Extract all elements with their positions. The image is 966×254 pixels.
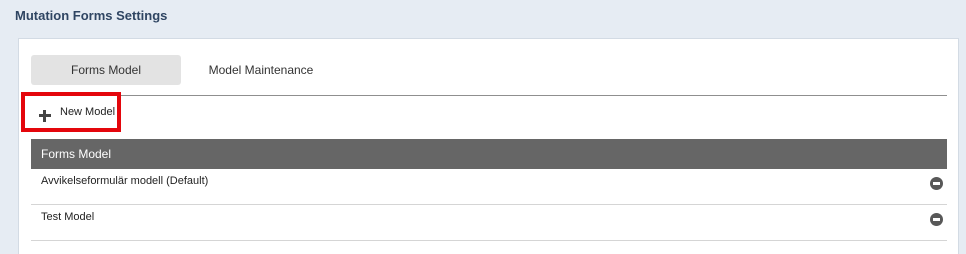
tab-model-maintenance[interactable]: Model Maintenance <box>191 55 331 85</box>
table-row[interactable]: Test Model <box>31 205 947 241</box>
plus-icon <box>39 110 51 122</box>
table-header: Forms Model <box>31 139 947 169</box>
new-model-button[interactable]: New Model <box>21 92 121 132</box>
tabs-divider <box>31 95 947 96</box>
tab-forms-model[interactable]: Forms Model <box>31 55 181 85</box>
remove-icon[interactable] <box>930 213 943 226</box>
row-label: Avvikelseformulär modell (Default) <box>41 175 209 187</box>
new-model-label: New Model <box>60 106 116 118</box>
forms-settings-panel: Forms Model Model Maintenance New Model … <box>18 38 959 254</box>
page-title: Mutation Forms Settings <box>15 8 168 23</box>
row-label: Test Model <box>41 211 95 223</box>
table-row[interactable]: Avvikelseformulär modell (Default) <box>31 169 947 205</box>
remove-icon[interactable] <box>930 177 943 190</box>
